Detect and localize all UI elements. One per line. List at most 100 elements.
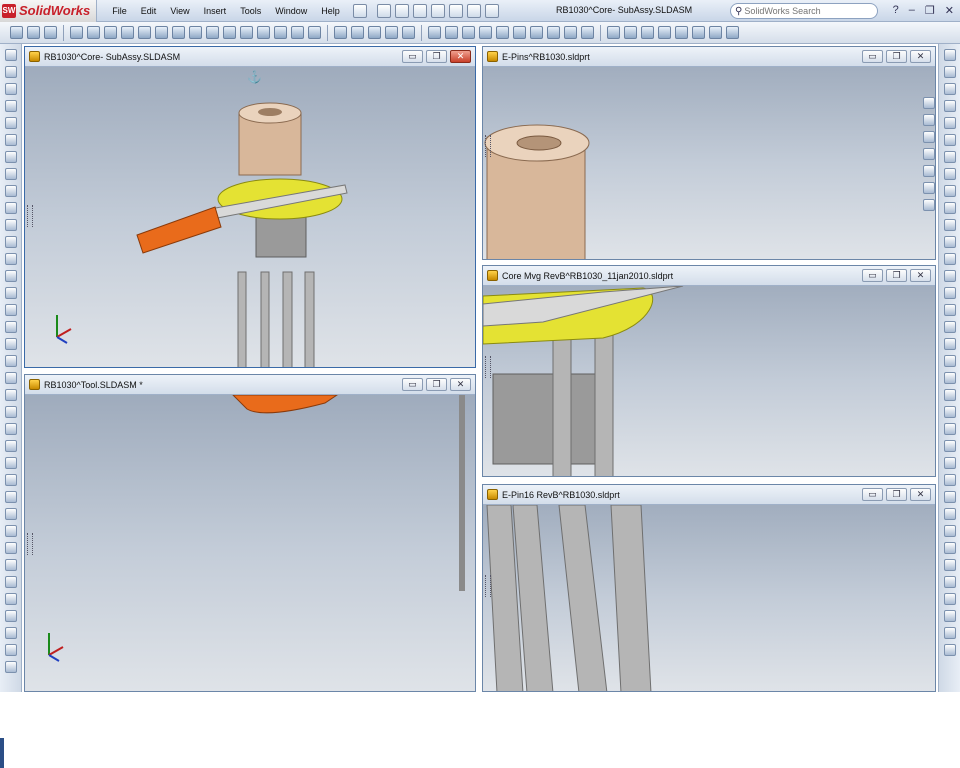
feature-icon[interactable] <box>4 576 17 588</box>
restore-button[interactable]: ❐ <box>426 378 447 391</box>
fillet-icon[interactable] <box>658 26 671 39</box>
feature-icon[interactable] <box>4 355 17 367</box>
sketch-tool-icon[interactable] <box>943 83 956 95</box>
sketch-tool-icon[interactable] <box>943 542 956 554</box>
view-front-icon[interactable] <box>138 26 151 39</box>
viewport-e-pins[interactable]: E-Pins^RB1030.sldprt ▭ ❐ ✕ <box>482 46 936 260</box>
feature-icon[interactable] <box>4 117 17 129</box>
appearances-icon[interactable] <box>923 182 935 194</box>
sketch-tool-icon[interactable] <box>943 491 956 503</box>
sketch-tool-icon[interactable] <box>943 610 956 622</box>
viewport-tool[interactable]: RB1030^Tool.SLDASM * ▭ ❐ ✕ <box>24 374 476 692</box>
sketch-tool-icon[interactable] <box>943 593 956 605</box>
model-render[interactable] <box>483 67 936 260</box>
minimize-button[interactable]: – <box>909 4 915 17</box>
toolbar-icon[interactable] <box>709 26 722 39</box>
section-view-icon[interactable] <box>291 26 304 39</box>
feature-icon[interactable] <box>4 49 17 61</box>
sketch-tool-icon[interactable] <box>943 100 956 112</box>
sketch-tool-icon[interactable] <box>943 440 956 452</box>
rotate-icon[interactable] <box>121 26 134 39</box>
minimize-button[interactable]: ▭ <box>862 269 883 282</box>
menu-window[interactable]: Window <box>268 6 314 16</box>
menu-view[interactable]: View <box>163 6 196 16</box>
feature-icon[interactable] <box>4 66 17 78</box>
single-view-icon[interactable] <box>334 26 347 39</box>
restore-button[interactable]: ❐ <box>886 50 907 63</box>
model-render[interactable] <box>483 286 936 477</box>
toolbar-icon[interactable] <box>547 26 560 39</box>
select-icon[interactable] <box>44 26 57 39</box>
split-handle[interactable] <box>485 135 491 157</box>
model-render[interactable] <box>25 395 476 692</box>
sketch-tool-icon[interactable] <box>943 134 956 146</box>
viewport-core-subassy[interactable]: RB1030^Core- SubAssy.SLDASM ▭ ❐ ✕ ⚓ <box>24 46 476 368</box>
camera-icon[interactable] <box>462 26 475 39</box>
link-views-icon[interactable] <box>385 26 398 39</box>
sketch-tool-icon[interactable] <box>943 287 956 299</box>
toolbar-icon[interactable] <box>513 26 526 39</box>
restore-button[interactable]: ❐ <box>925 4 935 17</box>
zoom-icon[interactable] <box>104 26 117 39</box>
toolbar-icon[interactable] <box>530 26 543 39</box>
feature-icon[interactable] <box>4 423 17 435</box>
feature-icon[interactable] <box>4 474 17 486</box>
feature-icon[interactable] <box>4 338 17 350</box>
feature-icon[interactable] <box>4 168 17 180</box>
pin-menu-icon[interactable] <box>352 3 367 18</box>
sketch-tool-icon[interactable] <box>943 423 956 435</box>
sketch-tool-icon[interactable] <box>943 576 956 588</box>
restore-button[interactable]: ❐ <box>426 50 447 63</box>
sketch-tool-icon[interactable] <box>943 321 956 333</box>
file-explorer-icon[interactable] <box>923 148 935 160</box>
search-input[interactable] <box>744 6 865 16</box>
view-top-icon[interactable] <box>206 26 219 39</box>
feature-icon[interactable] <box>4 542 17 554</box>
sketch-icon[interactable] <box>428 26 441 39</box>
resources-icon[interactable] <box>923 114 935 126</box>
sketch-tool-icon[interactable] <box>943 525 956 537</box>
sketch-tool-icon[interactable] <box>943 355 956 367</box>
view-left-icon[interactable] <box>172 26 185 39</box>
feature-icon[interactable] <box>4 270 17 282</box>
design-library-icon[interactable] <box>923 131 935 143</box>
viewport-core-mvg[interactable]: Core Mvg RevB^RB1030_11jan2010.sldprt ▭ … <box>482 265 936 477</box>
feature-icon[interactable] <box>4 304 17 316</box>
toolbar-icon[interactable] <box>564 26 577 39</box>
sketch-tool-icon[interactable] <box>943 168 956 180</box>
text-icon[interactable] <box>479 26 492 39</box>
restore-button[interactable]: ❐ <box>886 269 907 282</box>
split-handle[interactable] <box>27 533 33 555</box>
feature-icon[interactable] <box>4 644 17 656</box>
sketch-tool-icon[interactable] <box>943 644 956 656</box>
custom-properties-icon[interactable] <box>923 199 935 211</box>
trim-icon[interactable] <box>675 26 688 39</box>
sketch-tool-icon[interactable] <box>943 457 956 469</box>
undo-icon[interactable] <box>430 3 445 18</box>
sketch-tool-icon[interactable] <box>943 474 956 486</box>
toolbar-icon[interactable] <box>726 26 739 39</box>
feature-icon[interactable] <box>4 559 17 571</box>
split-handle[interactable] <box>485 575 491 597</box>
sketch-tool-icon[interactable] <box>943 304 956 316</box>
menu-edit[interactable]: Edit <box>134 6 164 16</box>
feature-icon[interactable] <box>4 491 17 503</box>
new-document-icon[interactable] <box>376 3 391 18</box>
sketch-tool-icon[interactable] <box>943 49 956 61</box>
split-handle[interactable] <box>485 356 491 378</box>
two-view-icon[interactable] <box>351 26 364 39</box>
feature-icon[interactable] <box>4 202 17 214</box>
zoom-area-icon[interactable] <box>87 26 100 39</box>
appearance-icon[interactable] <box>240 26 253 39</box>
toolbar-icon[interactable] <box>27 26 40 39</box>
sketch-tool-icon[interactable] <box>943 627 956 639</box>
sketch-tool-icon[interactable] <box>943 389 956 401</box>
menu-tools[interactable]: Tools <box>233 6 268 16</box>
sketch-tool-icon[interactable] <box>943 202 956 214</box>
close-button[interactable]: ✕ <box>450 50 471 63</box>
minimize-button[interactable]: ▭ <box>862 488 883 501</box>
feature-icon[interactable] <box>4 219 17 231</box>
home-icon[interactable] <box>923 97 935 109</box>
close-button[interactable]: ✕ <box>450 378 471 391</box>
rebuild-icon[interactable] <box>466 3 481 18</box>
